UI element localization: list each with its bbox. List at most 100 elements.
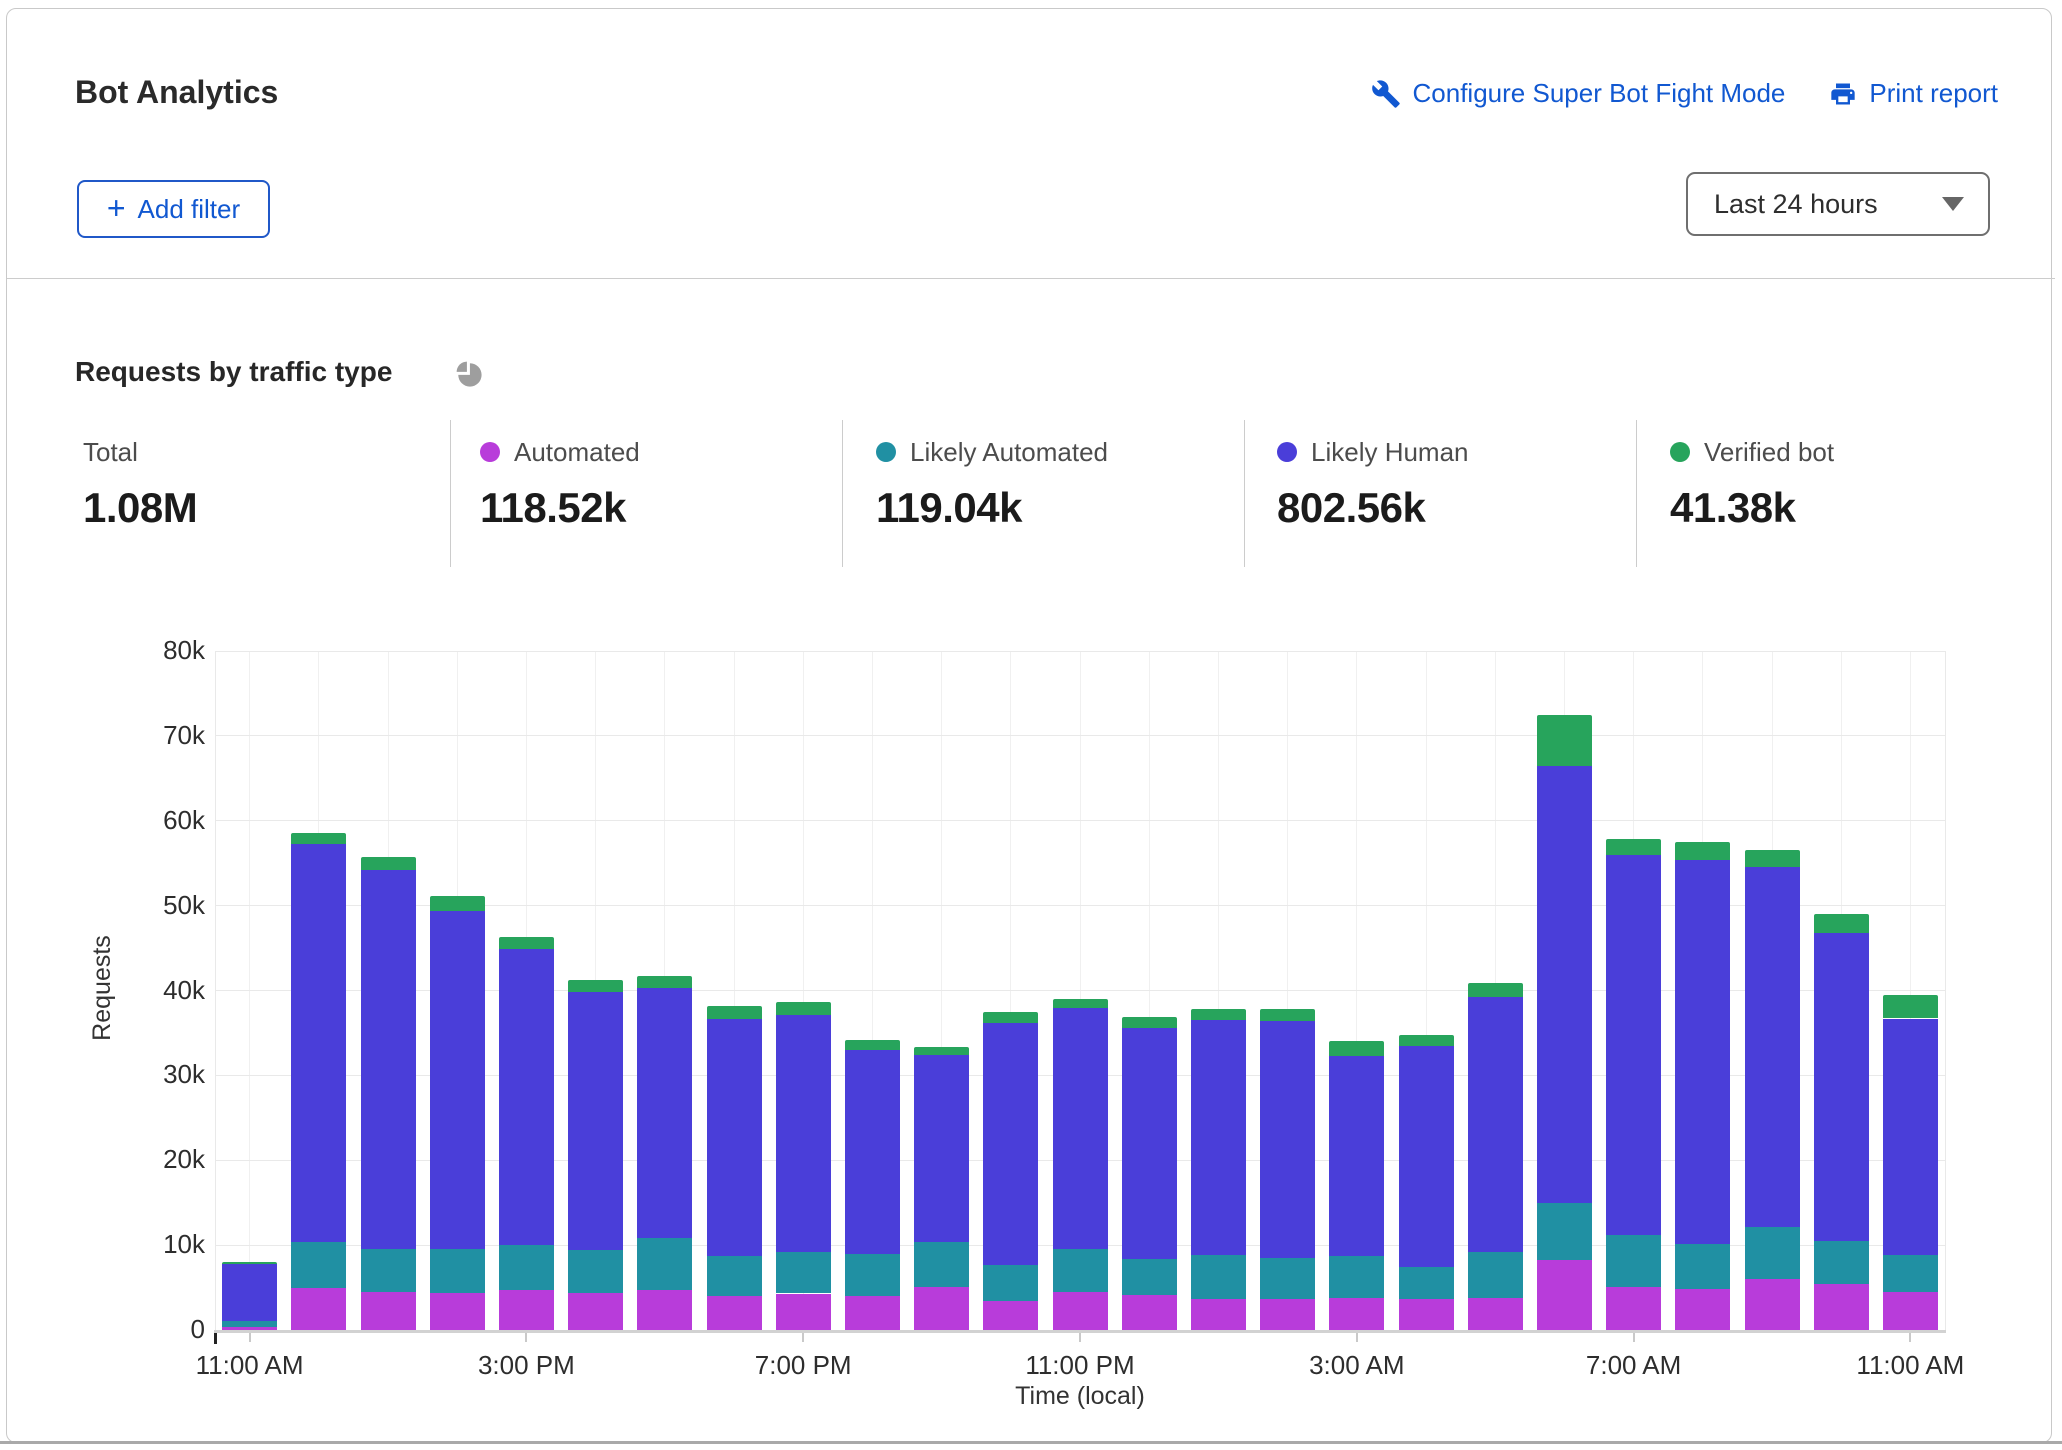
bar-1-verified-bot-segment[interactable] <box>291 833 346 844</box>
bar-10-likely-automated-segment[interactable] <box>914 1242 969 1287</box>
time-range-select[interactable]: Last 24 hours <box>1686 172 1990 236</box>
bar-9-likely-human-segment[interactable] <box>845 1050 900 1255</box>
bar-6-verified-bot-segment[interactable] <box>637 976 692 988</box>
bar-12-verified-bot-segment[interactable] <box>1053 999 1108 1008</box>
bar-11-verified-bot-segment[interactable] <box>983 1012 1038 1023</box>
bar-12-likely-human-segment[interactable] <box>1053 1008 1108 1248</box>
bar-19-likely-automated-segment[interactable] <box>1537 1203 1592 1261</box>
bar-8-likely-human-segment[interactable] <box>776 1015 831 1252</box>
bar-7-verified-bot-segment[interactable] <box>707 1006 762 1020</box>
bar-10-automated-segment[interactable] <box>914 1287 969 1330</box>
bar-0-likely-human-segment[interactable] <box>222 1264 277 1321</box>
bar-18-automated-segment[interactable] <box>1468 1298 1523 1330</box>
bar-7-likely-human-segment[interactable] <box>707 1019 762 1256</box>
bar-4-likely-automated-segment[interactable] <box>499 1245 554 1290</box>
bar-9-verified-bot-segment[interactable] <box>845 1040 900 1050</box>
bar-6-likely-human-segment[interactable] <box>637 988 692 1238</box>
bar-0-verified-bot-segment[interactable] <box>222 1262 277 1264</box>
bar-9-likely-automated-segment[interactable] <box>845 1254 900 1296</box>
bar-2-likely-human-segment[interactable] <box>361 870 416 1249</box>
bar-13-verified-bot-segment[interactable] <box>1122 1017 1177 1028</box>
bar-4-verified-bot-segment[interactable] <box>499 937 554 949</box>
bar-2-likely-automated-segment[interactable] <box>361 1249 416 1291</box>
bar-10-likely-human-segment[interactable] <box>914 1055 969 1242</box>
bar-20-automated-segment[interactable] <box>1606 1287 1661 1330</box>
bar-0-automated-segment[interactable] <box>222 1327 277 1330</box>
bar-21-verified-bot-segment[interactable] <box>1675 842 1730 860</box>
bar-22-likely-automated-segment[interactable] <box>1745 1227 1800 1279</box>
bar-18-likely-automated-segment[interactable] <box>1468 1252 1523 1298</box>
bar-17-likely-human-segment[interactable] <box>1399 1046 1454 1268</box>
bar-13-likely-human-segment[interactable] <box>1122 1028 1177 1259</box>
bar-9-automated-segment[interactable] <box>845 1296 900 1330</box>
bar-18-likely-human-segment[interactable] <box>1468 997 1523 1252</box>
bar-17-automated-segment[interactable] <box>1399 1299 1454 1330</box>
bar-15-automated-segment[interactable] <box>1260 1299 1315 1330</box>
bar-24-verified-bot-segment[interactable] <box>1883 995 1938 1019</box>
bar-18-verified-bot-segment[interactable] <box>1468 983 1523 997</box>
bar-6-likely-automated-segment[interactable] <box>637 1238 692 1290</box>
bar-22-automated-segment[interactable] <box>1745 1279 1800 1330</box>
bar-3-likely-human-segment[interactable] <box>430 911 485 1249</box>
bar-5-verified-bot-segment[interactable] <box>568 980 623 992</box>
bar-3-likely-automated-segment[interactable] <box>430 1249 485 1293</box>
bar-14-likely-automated-segment[interactable] <box>1191 1255 1246 1299</box>
bar-15-verified-bot-segment[interactable] <box>1260 1009 1315 1021</box>
bar-23-likely-human-segment[interactable] <box>1814 933 1869 1241</box>
bar-10-verified-bot-segment[interactable] <box>914 1047 969 1055</box>
bar-14-verified-bot-segment[interactable] <box>1191 1009 1246 1020</box>
bar-8-likely-automated-segment[interactable] <box>776 1252 831 1294</box>
bar-3-verified-bot-segment[interactable] <box>430 896 485 910</box>
bar-19-verified-bot-segment[interactable] <box>1537 715 1592 767</box>
bar-1-likely-automated-segment[interactable] <box>291 1242 346 1288</box>
bar-7-automated-segment[interactable] <box>707 1296 762 1330</box>
bar-4-automated-segment[interactable] <box>499 1290 554 1330</box>
bar-20-verified-bot-segment[interactable] <box>1606 839 1661 855</box>
bar-1-automated-segment[interactable] <box>291 1288 346 1330</box>
bar-14-likely-human-segment[interactable] <box>1191 1020 1246 1255</box>
bar-21-likely-human-segment[interactable] <box>1675 860 1730 1244</box>
bar-20-likely-automated-segment[interactable] <box>1606 1235 1661 1287</box>
bar-2-automated-segment[interactable] <box>361 1292 416 1330</box>
bar-5-likely-human-segment[interactable] <box>568 992 623 1250</box>
bar-17-verified-bot-segment[interactable] <box>1399 1035 1454 1045</box>
bar-5-likely-automated-segment[interactable] <box>568 1250 623 1292</box>
bar-13-automated-segment[interactable] <box>1122 1295 1177 1330</box>
bar-23-automated-segment[interactable] <box>1814 1284 1869 1330</box>
bar-24-likely-human-segment[interactable] <box>1883 1019 1938 1256</box>
bar-21-likely-automated-segment[interactable] <box>1675 1244 1730 1289</box>
bar-16-verified-bot-segment[interactable] <box>1329 1041 1384 1056</box>
configure-super-bot-fight-mode-link[interactable]: Configure Super Bot Fight Mode <box>1371 78 1786 109</box>
bar-11-likely-human-segment[interactable] <box>983 1023 1038 1265</box>
bar-13-likely-automated-segment[interactable] <box>1122 1259 1177 1295</box>
bar-24-likely-automated-segment[interactable] <box>1883 1255 1938 1291</box>
bar-2-verified-bot-segment[interactable] <box>361 857 416 870</box>
bar-14-automated-segment[interactable] <box>1191 1299 1246 1330</box>
bar-11-likely-automated-segment[interactable] <box>983 1265 1038 1301</box>
bar-12-automated-segment[interactable] <box>1053 1292 1108 1330</box>
bar-21-automated-segment[interactable] <box>1675 1289 1730 1330</box>
bar-7-likely-automated-segment[interactable] <box>707 1256 762 1296</box>
bar-16-likely-human-segment[interactable] <box>1329 1056 1384 1256</box>
bar-6-automated-segment[interactable] <box>637 1290 692 1330</box>
bar-20-likely-human-segment[interactable] <box>1606 855 1661 1235</box>
bar-15-likely-automated-segment[interactable] <box>1260 1258 1315 1299</box>
bar-19-likely-human-segment[interactable] <box>1537 766 1592 1202</box>
bar-8-verified-bot-segment[interactable] <box>776 1002 831 1015</box>
bar-12-likely-automated-segment[interactable] <box>1053 1249 1108 1292</box>
bar-23-likely-automated-segment[interactable] <box>1814 1241 1869 1284</box>
bar-0-likely-automated-segment[interactable] <box>222 1321 277 1327</box>
bar-3-automated-segment[interactable] <box>430 1293 485 1330</box>
bar-19-automated-segment[interactable] <box>1537 1260 1592 1330</box>
bar-24-automated-segment[interactable] <box>1883 1292 1938 1330</box>
bar-5-automated-segment[interactable] <box>568 1293 623 1330</box>
bar-23-verified-bot-segment[interactable] <box>1814 914 1869 933</box>
bar-16-likely-automated-segment[interactable] <box>1329 1256 1384 1298</box>
bar-22-verified-bot-segment[interactable] <box>1745 850 1800 866</box>
bar-16-automated-segment[interactable] <box>1329 1298 1384 1330</box>
bar-1-likely-human-segment[interactable] <box>291 844 346 1242</box>
print-report-link[interactable]: Print report <box>1829 78 1998 109</box>
bar-4-likely-human-segment[interactable] <box>499 949 554 1245</box>
bar-15-likely-human-segment[interactable] <box>1260 1021 1315 1258</box>
bar-8-automated-segment[interactable] <box>776 1294 831 1330</box>
